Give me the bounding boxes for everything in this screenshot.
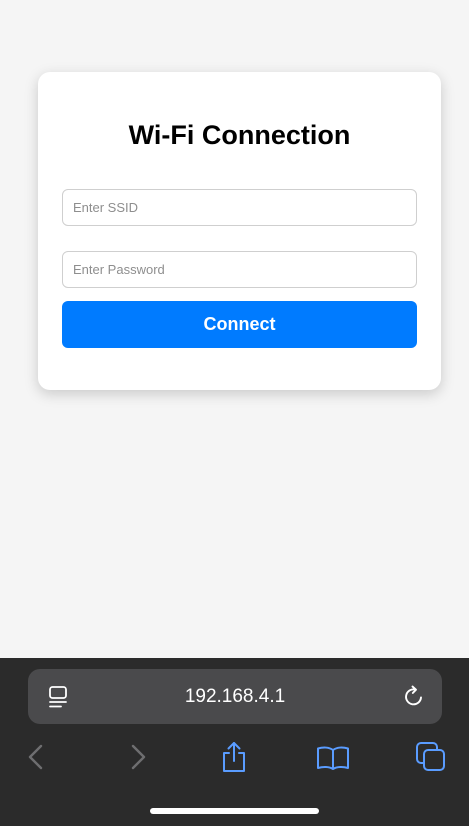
home-indicator — [150, 808, 319, 814]
chevron-left-icon[interactable] — [20, 740, 54, 774]
form-title: Wi-Fi Connection — [128, 120, 351, 150]
address-bar[interactable]: 192.168.4.1 — [28, 669, 442, 724]
tabs-icon[interactable] — [414, 740, 448, 774]
browser-toolbar: 192.168.4.1 — [0, 658, 469, 826]
chevron-right-icon[interactable] — [120, 740, 154, 774]
share-icon[interactable] — [217, 740, 251, 774]
connect-button[interactable]: Connect — [62, 301, 417, 348]
wifi-form-card: Wi-Fi Connection Connect — [38, 72, 441, 390]
ssid-input[interactable] — [62, 189, 417, 226]
book-icon[interactable] — [316, 740, 350, 774]
reload-icon[interactable] — [402, 684, 426, 708]
address-text: 192.168.4.1 — [184, 686, 286, 707]
password-input[interactable] — [62, 251, 417, 288]
